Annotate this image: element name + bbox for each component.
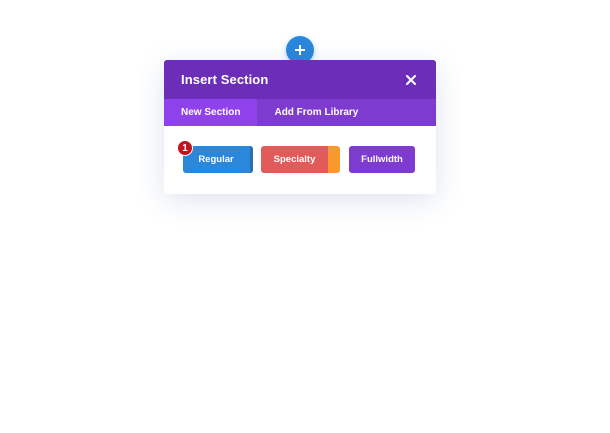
insert-section-modal: Insert Section New Section Add From Libr… [164, 60, 436, 194]
specialty-section-button[interactable]: Specialty [261, 146, 328, 173]
tab-new-section[interactable]: New Section [164, 99, 258, 126]
specialty-section-label: Specialty [273, 154, 316, 165]
modal-body: Regular Specialty Fullwidth [164, 126, 436, 194]
close-button[interactable] [403, 72, 419, 88]
tab-add-from-library[interactable]: Add From Library [257, 99, 375, 126]
modal-header: Insert Section [164, 60, 436, 99]
regular-button-edge [250, 146, 253, 173]
specialty-sidebar-accent[interactable] [328, 146, 340, 173]
close-icon [406, 74, 416, 85]
builder-canvas: Insert Section New Section Add From Libr… [0, 0, 610, 433]
modal-title: Insert Section [181, 72, 269, 87]
step-badge: 1 [177, 140, 193, 156]
modal-tabs: New Section Add From Library [164, 99, 436, 126]
regular-section-label: Regular [198, 154, 234, 165]
plus-icon [295, 45, 305, 55]
regular-section-button[interactable]: Regular [183, 146, 253, 173]
fullwidth-section-label: Fullwidth [361, 154, 403, 165]
fullwidth-section-button[interactable]: Fullwidth [349, 146, 415, 173]
